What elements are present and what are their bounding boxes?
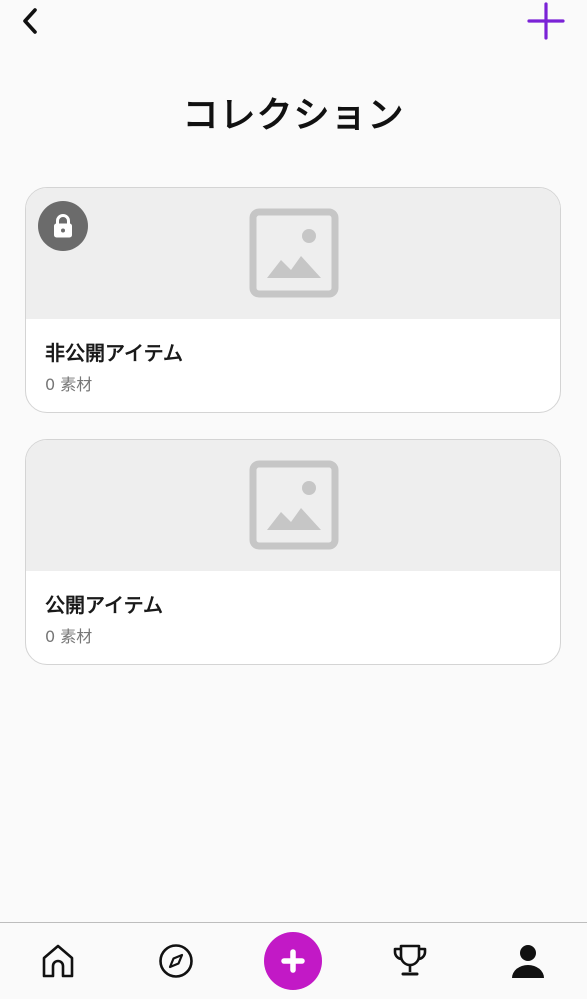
bottom-navigation (0, 922, 587, 999)
collection-card-public[interactable]: 公開アイテム 0 素材 (25, 439, 561, 665)
home-icon (42, 944, 74, 978)
create-button-circle (264, 932, 322, 990)
nav-explore[interactable] (146, 931, 206, 991)
add-collection-button[interactable] (524, 0, 568, 42)
nav-ranking[interactable] (380, 931, 440, 991)
collection-card-private[interactable]: 非公開アイテム 0 素材 (25, 187, 561, 413)
collection-count: 0 素材 (45, 375, 93, 394)
private-badge (38, 201, 88, 251)
page-title: コレクション (182, 95, 405, 136)
nav-profile[interactable] (498, 931, 558, 991)
collection-name: 非公開アイテム (45, 341, 183, 365)
collection-thumbnail (26, 188, 560, 319)
image-placeholder-icon (249, 460, 339, 550)
plus-icon (527, 2, 565, 40)
collection-name: 公開アイテム (45, 593, 163, 617)
lock-icon (54, 214, 72, 238)
compass-icon (159, 944, 193, 978)
image-placeholder-icon (249, 208, 339, 298)
top-bar (0, 0, 587, 48)
collection-thumbnail (26, 440, 560, 571)
trophy-icon (393, 944, 427, 976)
collection-count: 0 素材 (45, 627, 93, 646)
nav-create-button[interactable] (263, 931, 323, 991)
nav-home[interactable] (28, 931, 88, 991)
chevron-left-icon (23, 8, 37, 34)
user-profile-icon (512, 945, 544, 978)
create-plus-icon (281, 949, 305, 973)
back-button[interactable] (12, 2, 48, 40)
